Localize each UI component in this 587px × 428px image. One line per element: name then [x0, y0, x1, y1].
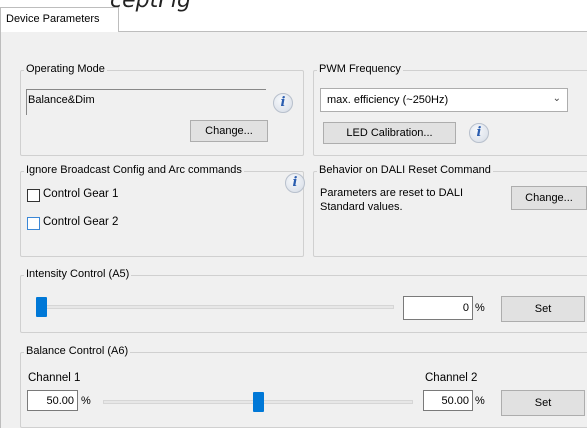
control-gear-2-label: Control Gear 2 — [43, 216, 119, 228]
balance-set-label: Set — [534, 397, 552, 409]
pwm-frequency-select[interactable]: max. efficiency (~250Hz) ⌄ — [320, 88, 568, 112]
ignore-broadcast-group: Ignore Broadcast Config and Arc commands — [20, 164, 304, 257]
chevron-down-icon: ⌄ — [552, 93, 561, 104]
operating-mode-group: Operating Mode — [20, 63, 304, 156]
dali-reset-text-line1: Parameters are reset to DALI — [320, 187, 464, 199]
dali-reset-text-line2: Standard values. — [320, 201, 403, 213]
intensity-slider-thumb[interactable] — [36, 297, 47, 317]
tab-label: Device Parameters — [6, 13, 100, 25]
balance-slider-thumb[interactable] — [252, 392, 264, 412]
channel-1-unit: % — [81, 395, 91, 407]
operating-mode-underline — [26, 89, 266, 90]
dali-reset-group: Behavior on DALI Reset Command — [313, 164, 587, 257]
ignore-broadcast-legend: Ignore Broadcast Config and Arc commands — [24, 164, 244, 176]
operating-mode-change-button[interactable]: Change... — [190, 120, 268, 142]
operating-mode-legend: Operating Mode — [24, 63, 107, 75]
intensity-set-label: Set — [534, 303, 552, 315]
pwm-frequency-legend: PWM Frequency — [317, 63, 403, 75]
intensity-value-input[interactable]: 0 — [403, 296, 473, 320]
channel-1-label: Channel 1 — [28, 372, 81, 384]
channel-2-value-input[interactable]: 50.00 — [423, 390, 473, 411]
control-gear-1-checkbox[interactable] — [27, 189, 40, 202]
channel-1-value-input[interactable]: 50.00 — [27, 390, 78, 411]
intensity-set-button[interactable]: Set — [501, 296, 585, 322]
led-calibration-button[interactable]: LED Calibration... — [323, 122, 456, 144]
channel-2-unit: % — [475, 395, 485, 407]
ignore-broadcast-info-icon[interactable]: i — [285, 173, 305, 193]
led-calibration-label: LED Calibration... — [346, 127, 433, 139]
balance-control-legend: Balance Control (A6) — [24, 345, 131, 357]
led-calibration-info-icon[interactable]: i — [469, 123, 489, 143]
operating-mode-value: Balance&Dim — [28, 94, 95, 106]
tab-device-parameters[interactable]: Device Parameters — [0, 7, 119, 32]
intensity-control-legend: Intensity Control (A5) — [24, 268, 132, 280]
channel-2-label: Channel 2 — [425, 372, 478, 384]
window-heading: ceptFig — [110, 0, 191, 13]
pwm-frequency-selected: max. efficiency (~250Hz) — [327, 94, 449, 106]
control-gear-2-checkbox[interactable] — [27, 217, 40, 230]
channel-1-value: 50.00 — [46, 395, 74, 407]
balance-set-button[interactable]: Set — [501, 390, 585, 416]
intensity-slider-track[interactable] — [36, 305, 394, 309]
channel-2-value: 50.00 — [441, 395, 469, 407]
control-gear-1-label: Control Gear 1 — [43, 188, 119, 200]
intensity-unit: % — [475, 302, 485, 314]
operating-mode-change-label: Change... — [205, 125, 253, 137]
operating-mode-info-icon[interactable]: i — [273, 93, 293, 113]
dali-reset-change-button[interactable]: Change... — [511, 186, 587, 210]
intensity-value: 0 — [462, 302, 469, 314]
dali-reset-change-label: Change... — [525, 192, 573, 204]
dali-reset-legend: Behavior on DALI Reset Command — [317, 164, 493, 176]
operating-mode-left-edge — [26, 89, 27, 115]
